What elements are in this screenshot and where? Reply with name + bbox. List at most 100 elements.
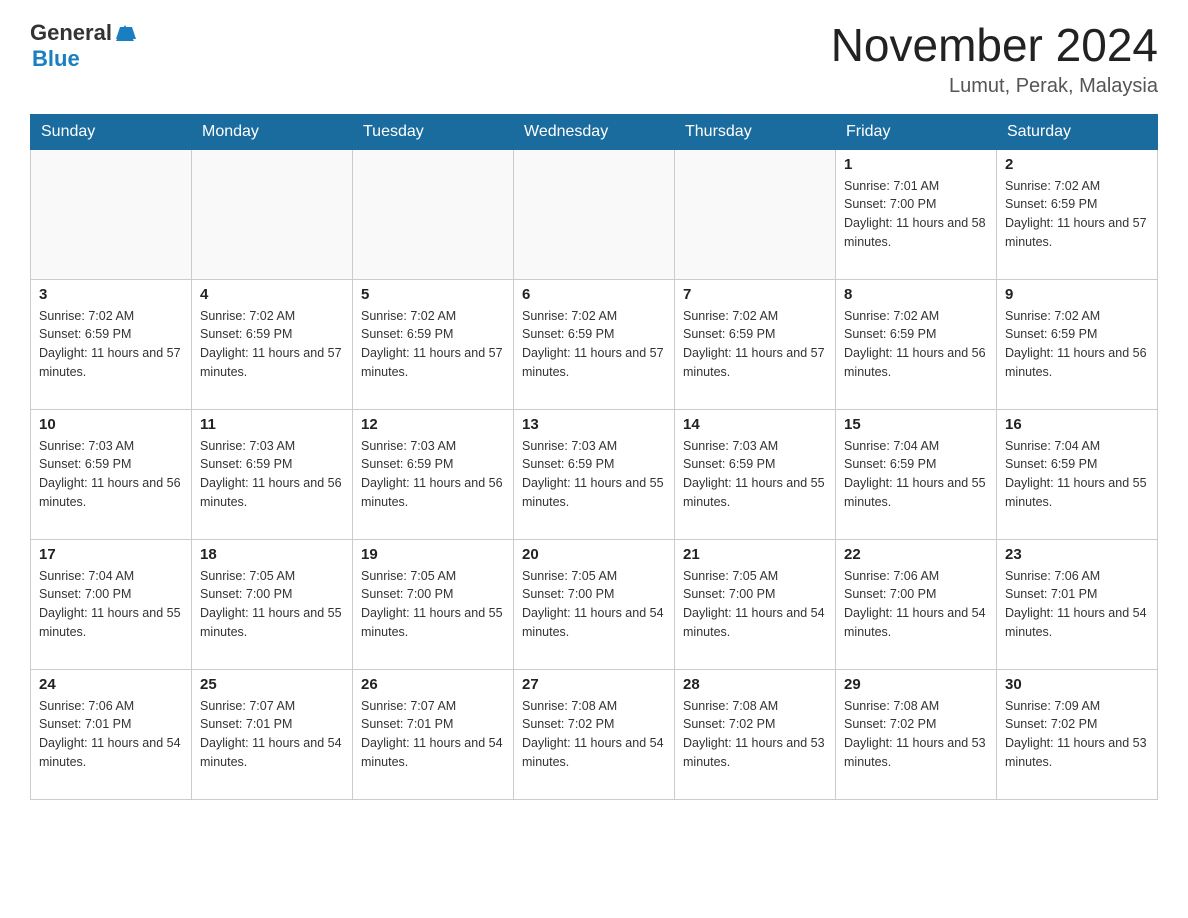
title-area: November 2024 Lumut, Perak, Malaysia — [831, 20, 1158, 98]
weekday-header-row: SundayMondayTuesdayWednesdayThursdayFrid… — [31, 114, 1158, 149]
weekday-header-wednesday: Wednesday — [514, 114, 675, 149]
week-row-5: 24 Sunrise: 7:06 AMSunset: 7:01 PMDayligh… — [31, 669, 1158, 799]
calendar-cell: 29Sunrise: 7:08 AMSunset: 7:02 PMDayligh… — [836, 669, 997, 799]
day-info: Sunrise: 7:06 AMSunset: 7:01 PMDaylight:… — [1005, 567, 1149, 642]
day-number: 13 — [522, 416, 666, 433]
day-info: Sunrise: 7:05 AMSunset: 7:00 PMDaylight:… — [683, 567, 827, 642]
day-info: Sunrise: 7:04 AMSunset: 6:59 PMDaylight:… — [1005, 437, 1149, 512]
day-number: 27 — [522, 676, 666, 693]
calendar-cell — [514, 149, 675, 279]
calendar-cell: 10 Sunrise: 7:03 AMSunset: 6:59 PMDayligh… — [31, 409, 192, 539]
calendar-cell: 18 Sunrise: 7:05 AMSunset: 7:00 PMDayligh… — [192, 539, 353, 669]
day-info: Sunrise: 7:06 AMSunset: 7:01 PMDaylight:… — [39, 697, 183, 772]
calendar-cell: 4 Sunrise: 7:02 AMSunset: 6:59 PMDaylight… — [192, 279, 353, 409]
calendar-cell — [353, 149, 514, 279]
day-number: 22 — [844, 546, 988, 563]
calendar-cell: 17 Sunrise: 7:04 AMSunset: 7:00 PMDayligh… — [31, 539, 192, 669]
calendar-cell: 1 Sunrise: 7:01 AMSunset: 7:00 PMDaylight… — [836, 149, 997, 279]
calendar-cell — [31, 149, 192, 279]
day-number: 10 — [39, 416, 183, 433]
day-info: Sunrise: 7:02 AMSunset: 6:59 PMDaylight:… — [200, 307, 344, 382]
week-row-3: 10 Sunrise: 7:03 AMSunset: 6:59 PMDayligh… — [31, 409, 1158, 539]
day-number: 4 — [200, 286, 344, 303]
logo-blue-text: Blue — [32, 46, 80, 71]
calendar-cell: 21 Sunrise: 7:05 AMSunset: 7:00 PMDayligh… — [675, 539, 836, 669]
calendar-cell: 15Sunrise: 7:04 AMSunset: 6:59 PMDayligh… — [836, 409, 997, 539]
day-info: Sunrise: 7:03 AMSunset: 6:59 PMDaylight:… — [39, 437, 183, 512]
calendar-cell: 16 Sunrise: 7:04 AMSunset: 6:59 PMDayligh… — [997, 409, 1158, 539]
calendar-cell: 30Sunrise: 7:09 AMSunset: 7:02 PMDayligh… — [997, 669, 1158, 799]
day-number: 23 — [1005, 546, 1149, 563]
day-number: 14 — [683, 416, 827, 433]
calendar-cell — [675, 149, 836, 279]
day-info: Sunrise: 7:07 AMSunset: 7:01 PMDaylight:… — [361, 697, 505, 772]
weekday-header-thursday: Thursday — [675, 114, 836, 149]
day-info: Sunrise: 7:05 AMSunset: 7:00 PMDaylight:… — [200, 567, 344, 642]
calendar-table: SundayMondayTuesdayWednesdayThursdayFrid… — [30, 114, 1158, 800]
day-number: 16 — [1005, 416, 1149, 433]
calendar-cell: 19 Sunrise: 7:05 AMSunset: 7:00 PMDayligh… — [353, 539, 514, 669]
day-number: 24 — [39, 676, 183, 693]
calendar-cell: 3 Sunrise: 7:02 AMSunset: 6:59 PMDaylight… — [31, 279, 192, 409]
weekday-header-saturday: Saturday — [997, 114, 1158, 149]
calendar-cell: 5Sunrise: 7:02 AMSunset: 6:59 PMDaylight… — [353, 279, 514, 409]
day-info: Sunrise: 7:05 AMSunset: 7:00 PMDaylight:… — [361, 567, 505, 642]
day-info: Sunrise: 7:02 AMSunset: 6:59 PMDaylight:… — [39, 307, 183, 382]
calendar-cell: 23 Sunrise: 7:06 AMSunset: 7:01 PMDayligh… — [997, 539, 1158, 669]
day-number: 11 — [200, 416, 344, 433]
day-number: 3 — [39, 286, 183, 303]
day-info: Sunrise: 7:03 AMSunset: 6:59 PMDaylight:… — [200, 437, 344, 512]
week-row-4: 17 Sunrise: 7:04 AMSunset: 7:00 PMDayligh… — [31, 539, 1158, 669]
day-info: Sunrise: 7:02 AMSunset: 6:59 PMDaylight:… — [844, 307, 988, 382]
logo-general-text: General — [30, 20, 112, 46]
calendar-cell: 11 Sunrise: 7:03 AMSunset: 6:59 PMDayligh… — [192, 409, 353, 539]
day-number: 9 — [1005, 286, 1149, 303]
day-info: Sunrise: 7:02 AMSunset: 6:59 PMDaylight:… — [1005, 177, 1149, 252]
calendar-cell: 13 Sunrise: 7:03 AMSunset: 6:59 PMDayligh… — [514, 409, 675, 539]
day-info: Sunrise: 7:04 AMSunset: 7:00 PMDaylight:… — [39, 567, 183, 642]
calendar-cell: 27 Sunrise: 7:08 AMSunset: 7:02 PMDayligh… — [514, 669, 675, 799]
calendar-cell: 12 Sunrise: 7:03 AMSunset: 6:59 PMDayligh… — [353, 409, 514, 539]
weekday-header-monday: Monday — [192, 114, 353, 149]
week-row-2: 3 Sunrise: 7:02 AMSunset: 6:59 PMDaylight… — [31, 279, 1158, 409]
day-info: Sunrise: 7:03 AMSunset: 6:59 PMDaylight:… — [522, 437, 666, 512]
calendar-cell: 28 Sunrise: 7:08 AMSunset: 7:02 PMDayligh… — [675, 669, 836, 799]
day-info: Sunrise: 7:03 AMSunset: 6:59 PMDaylight:… — [683, 437, 827, 512]
day-number: 17 — [39, 546, 183, 563]
day-info: Sunrise: 7:05 AMSunset: 7:00 PMDaylight:… — [522, 567, 666, 642]
day-info: Sunrise: 7:04 AMSunset: 6:59 PMDaylight:… — [844, 437, 988, 512]
day-number: 18 — [200, 546, 344, 563]
calendar-cell: 26 Sunrise: 7:07 AMSunset: 7:01 PMDayligh… — [353, 669, 514, 799]
day-number: 28 — [683, 676, 827, 693]
day-number: 21 — [683, 546, 827, 563]
day-info: Sunrise: 7:07 AMSunset: 7:01 PMDaylight:… — [200, 697, 344, 772]
location: Lumut, Perak, Malaysia — [831, 75, 1158, 98]
day-info: Sunrise: 7:01 AMSunset: 7:00 PMDaylight:… — [844, 177, 988, 252]
logo-triangle-icon — [114, 23, 136, 45]
calendar-cell: 2 Sunrise: 7:02 AMSunset: 6:59 PMDaylight… — [997, 149, 1158, 279]
day-info: Sunrise: 7:02 AMSunset: 6:59 PMDaylight:… — [683, 307, 827, 382]
calendar-cell — [192, 149, 353, 279]
weekday-header-friday: Friday — [836, 114, 997, 149]
month-title: November 2024 — [831, 20, 1158, 71]
day-number: 29 — [844, 676, 988, 693]
weekday-header-sunday: Sunday — [31, 114, 192, 149]
day-number: 12 — [361, 416, 505, 433]
day-number: 2 — [1005, 156, 1149, 173]
day-number: 20 — [522, 546, 666, 563]
logo: General Blue — [30, 20, 136, 72]
day-number: 1 — [844, 156, 988, 173]
day-info: Sunrise: 7:08 AMSunset: 7:02 PMDaylight:… — [522, 697, 666, 772]
calendar-cell: 6Sunrise: 7:02 AMSunset: 6:59 PMDaylight… — [514, 279, 675, 409]
day-info: Sunrise: 7:03 AMSunset: 6:59 PMDaylight:… — [361, 437, 505, 512]
day-info: Sunrise: 7:06 AMSunset: 7:00 PMDaylight:… — [844, 567, 988, 642]
day-info: Sunrise: 7:08 AMSunset: 7:02 PMDaylight:… — [683, 697, 827, 772]
calendar-cell: 8Sunrise: 7:02 AMSunset: 6:59 PMDaylight… — [836, 279, 997, 409]
day-number: 30 — [1005, 676, 1149, 693]
calendar-cell: 9Sunrise: 7:02 AMSunset: 6:59 PMDaylight… — [997, 279, 1158, 409]
day-number: 26 — [361, 676, 505, 693]
day-number: 25 — [200, 676, 344, 693]
page-header: General Blue November 2024 Lumut, Perak,… — [30, 20, 1158, 98]
day-number: 19 — [361, 546, 505, 563]
calendar-cell: 25 Sunrise: 7:07 AMSunset: 7:01 PMDayligh… — [192, 669, 353, 799]
